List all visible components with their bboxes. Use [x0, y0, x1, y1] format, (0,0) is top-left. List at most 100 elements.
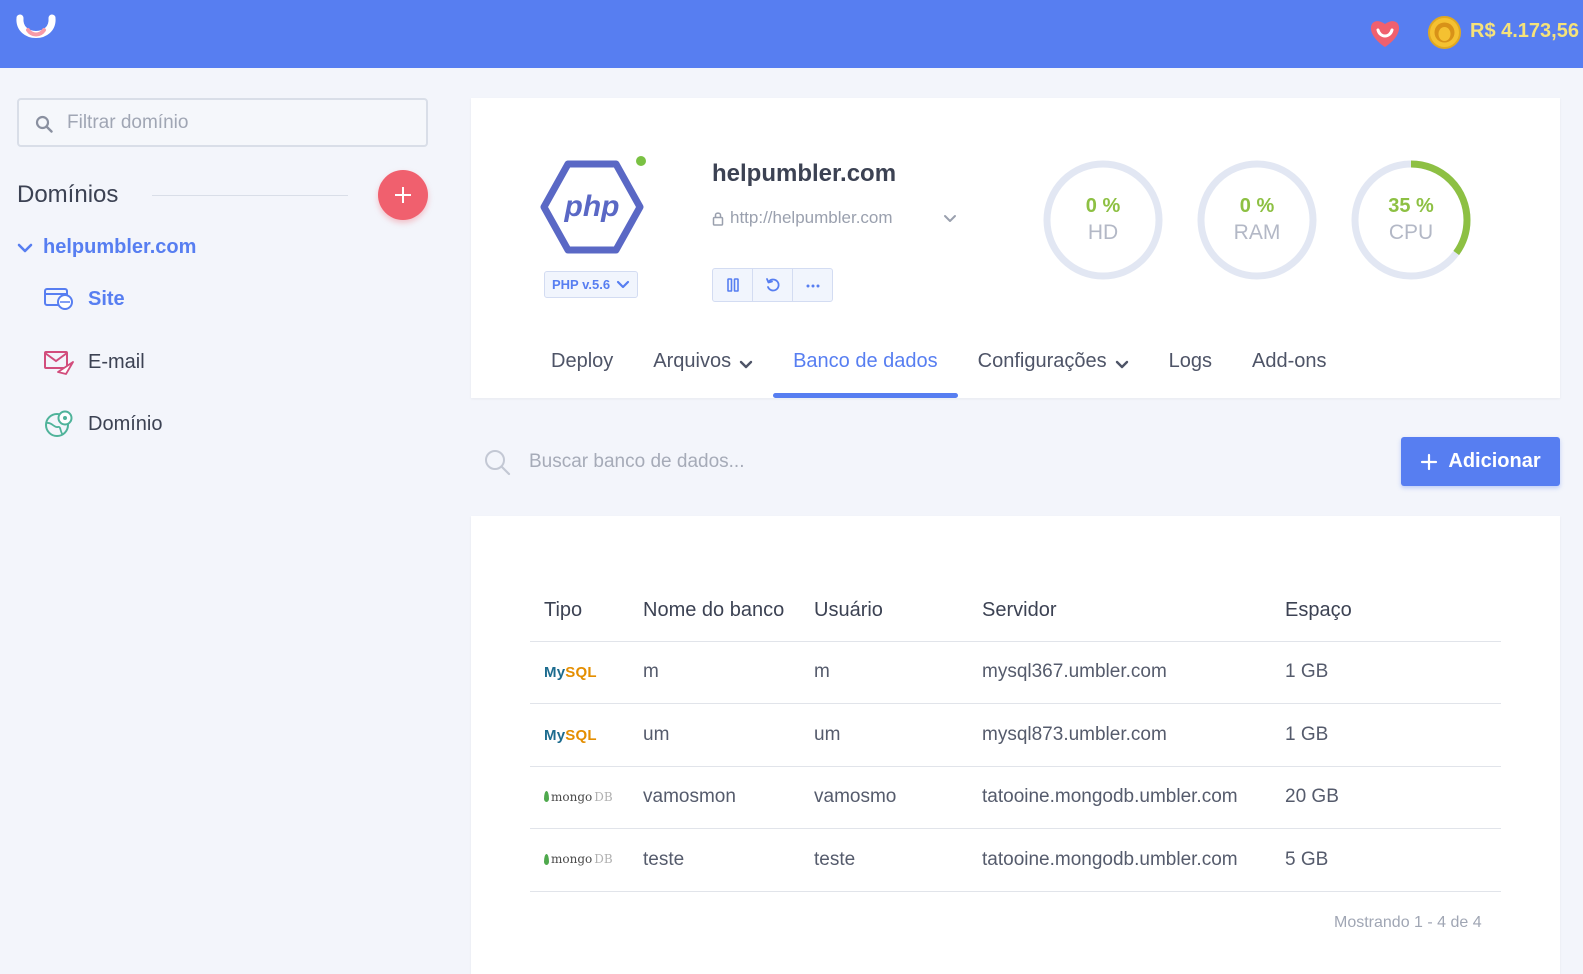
table-row[interactable]: mongo DB vamosmon vamosmo tatooine.mongod…	[530, 766, 1501, 829]
site-url-text: http://helpumbler.com	[730, 208, 893, 227]
globe-icon	[45, 410, 73, 437]
domain-name-label: helpumbler.com	[43, 236, 197, 258]
gauge-ring	[1197, 160, 1317, 280]
search-icon	[485, 450, 511, 476]
db-type-cell: mongo DB	[530, 766, 643, 829]
gauge-ring	[1043, 160, 1163, 280]
gauge-label: HD	[1087, 221, 1119, 244]
mongodb-logo: mongo DB	[544, 852, 613, 866]
sidebar-item-email[interactable]: E-mail	[44, 348, 145, 376]
database-search-input[interactable]	[529, 448, 1129, 476]
column-header-servidor: Servidor	[982, 580, 1285, 642]
php-version-label: PHP v.5.6	[552, 277, 611, 292]
db-space-cell: 5 GB	[1285, 828, 1501, 892]
sidebar-item-label: E-mail	[88, 350, 145, 373]
email-icon	[44, 351, 74, 375]
db-space-cell: 1 GB	[1285, 641, 1501, 704]
gauge-value: 0 %	[1239, 195, 1275, 217]
tab-label: Configurações	[977, 350, 1107, 372]
add-domain-button[interactable]	[378, 170, 428, 220]
db-server-cell: tatooine.mongodb.umbler.com	[982, 766, 1285, 829]
db-type-cell: mongo DB	[530, 828, 643, 892]
domain-filter-input[interactable]	[67, 110, 407, 136]
site-name: helpumbler.com	[712, 160, 897, 187]
table-row[interactable]: MySQL um um mysql873.umbler.com 1 GB	[530, 703, 1501, 767]
site-actions-group	[712, 268, 833, 302]
chevron-down-icon	[616, 280, 630, 289]
tab-label: Add-ons	[1251, 350, 1327, 372]
top-bar: R$ 4.173,56	[0, 0, 1583, 68]
restart-button[interactable]	[753, 269, 793, 301]
chevron-down-icon	[1115, 360, 1128, 369]
umbler-logo-icon[interactable]	[14, 12, 58, 52]
db-name-cell: teste	[643, 828, 814, 892]
sidebar-item-site[interactable]: Site	[44, 285, 125, 313]
pause-button[interactable]	[713, 269, 753, 301]
db-space-cell: 1 GB	[1285, 703, 1501, 767]
plus-icon	[1421, 453, 1438, 470]
domain-tree-item[interactable]: helpumbler.com	[17, 236, 196, 259]
table-row[interactable]: MySQL m m mysql367.umbler.com 1 GB	[530, 641, 1501, 704]
db-server-cell: mysql873.umbler.com	[982, 703, 1285, 767]
sidebar-item-dominio[interactable]: Domínio	[44, 410, 162, 438]
gauge-value: 0 %	[1085, 195, 1121, 217]
db-user-cell: teste	[814, 828, 982, 892]
restart-icon	[765, 278, 779, 292]
chevron-down-icon[interactable]	[942, 212, 958, 226]
tab-configuracoes[interactable]: Configurações	[958, 330, 1149, 398]
more-options-button[interactable]	[793, 269, 832, 301]
db-user-cell: um	[814, 703, 982, 767]
tab-banco-de-dados[interactable]: Banco de dados	[773, 330, 958, 398]
gauge-ring	[1351, 160, 1471, 280]
chevron-down-icon	[739, 360, 753, 369]
tab-label: Logs	[1168, 350, 1212, 372]
php-version-select[interactable]: PHP v.5.6	[544, 271, 638, 298]
pause-icon	[726, 278, 739, 292]
db-name-cell: um	[643, 703, 814, 767]
tab-label: Banco de dados	[793, 350, 938, 372]
sidebar-item-label: Domínio	[88, 412, 163, 435]
table-row[interactable]: mongo DB teste teste tatooine.mongodb.umb…	[530, 828, 1501, 892]
domain-filter	[17, 98, 428, 147]
php-logo-icon: php	[540, 160, 644, 254]
chevron-down-icon	[17, 243, 33, 252]
pagination-info: Mostrando 1 - 4 de 4	[1334, 914, 1482, 931]
tab-label: Deploy	[551, 350, 614, 372]
gauge-hd: 0 % HD	[1041, 158, 1165, 282]
tab-arquivos[interactable]: Arquivos	[633, 330, 773, 398]
site-url-link[interactable]: http://helpumbler.com	[712, 208, 893, 228]
gauge-ram: 0 % RAM	[1195, 158, 1319, 282]
db-name-cell: vamosmon	[643, 766, 814, 829]
mysql-logo: MySQL	[544, 664, 597, 682]
coin-icon[interactable]	[1428, 16, 1461, 49]
add-database-button[interactable]: Adicionar	[1401, 437, 1560, 486]
db-user-cell: vamosmo	[814, 766, 982, 829]
db-name-cell: m	[643, 641, 814, 704]
database-table: Tipo Nome do banco Usuário Servidor Espa…	[530, 580, 1501, 892]
db-user-cell: m	[814, 641, 982, 704]
more-icon	[806, 284, 819, 288]
domains-title: Domínios	[17, 181, 119, 208]
table-header-row: Tipo Nome do banco Usuário Servidor Espa…	[530, 580, 1501, 642]
php-logo-text: php	[564, 190, 620, 223]
column-header-espaco: Espaço	[1285, 580, 1501, 642]
heart-icon[interactable]	[1368, 18, 1402, 48]
add-database-label: Adicionar	[1448, 450, 1541, 472]
column-header-nome: Nome do banco	[643, 580, 814, 642]
mongodb-logo: mongo DB	[544, 790, 613, 804]
db-type-cell: MySQL	[530, 641, 643, 704]
db-type-cell: MySQL	[530, 703, 643, 767]
tab-deploy[interactable]: Deploy	[531, 330, 633, 398]
column-header-usuario: Usuário	[814, 580, 982, 642]
gauge-label: RAM	[1233, 221, 1281, 244]
mongodb-leaf-icon	[544, 791, 549, 803]
mongodb-leaf-icon	[544, 853, 549, 865]
site-icon	[44, 288, 73, 310]
search-icon	[35, 115, 53, 133]
mysql-logo: MySQL	[544, 726, 597, 744]
account-balance[interactable]: R$ 4.173,56	[1470, 20, 1579, 43]
tab-add-ons[interactable]: Add-ons	[1232, 330, 1347, 398]
tab-logs[interactable]: Logs	[1149, 330, 1232, 398]
gauge-cpu: 35 % CPU	[1349, 158, 1473, 282]
db-server-cell: tatooine.mongodb.umbler.com	[982, 828, 1285, 892]
